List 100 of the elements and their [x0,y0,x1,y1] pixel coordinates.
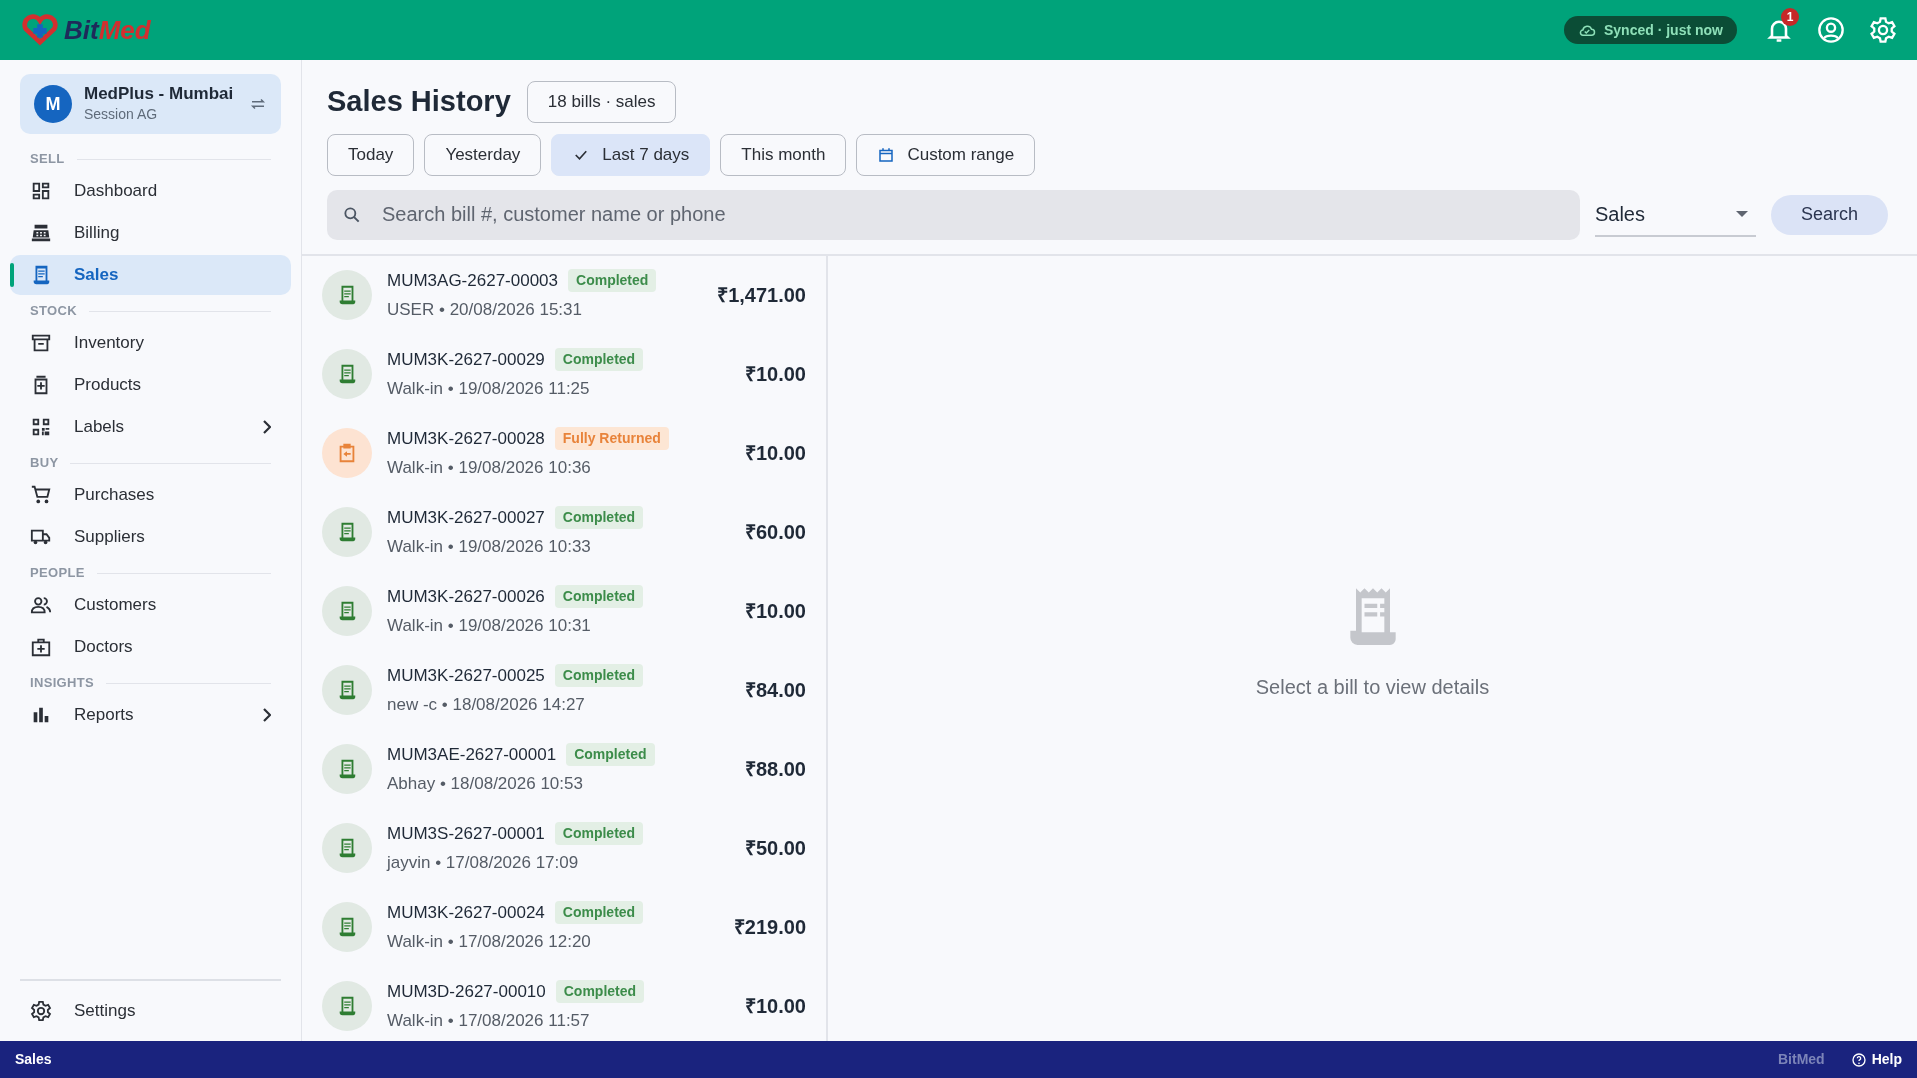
section-heading: PEOPLE [30,564,85,583]
nav-item[interactable]: Reports [10,695,291,735]
bill-amount: ₹1,471.00 [717,283,806,308]
dashboard-icon [30,180,52,202]
settings-nav-item[interactable]: Settings [10,991,291,1031]
store-switcher[interactable]: M MedPlus - Mumbai Session AG [20,74,281,134]
status-badge: Completed [568,269,657,293]
bill-row[interactable]: MUM3K-2627-00029 Completed Walk-in • 19/08/2026 11:25 ₹10.00 [302,334,826,414]
receipt-bill-icon [322,665,372,715]
settings-icon [30,1000,52,1022]
current-page-label: Sales [15,1050,52,1069]
bill-row[interactable]: MUM3AE-2627-00001 Completed Abhay • 18/08/2026 10:53 ₹88.00 [302,729,826,809]
nav-item[interactable]: Products [10,365,291,405]
bill-meta: jayvin • 17/08/2026 17:09 [387,851,580,874]
nav-item[interactable]: Labels [10,407,291,447]
bill-row[interactable]: MUM3K-2627-00026 Completed Walk-in • 19/08/2026 10:31 ₹10.00 [302,571,826,651]
empty-state-message: Select a bill to view details [1255,675,1490,701]
section-heading: SELL [30,150,65,169]
bill-meta: new -c • 18/08/2026 14:27 [387,693,586,716]
nav-item[interactable]: Suppliers [10,517,291,557]
bill-number: MUM3AG-2627-00003 [387,270,559,292]
bill-meta: Walk-in • 17/08/2026 11:57 [387,1009,591,1032]
sync-status-badge: Synced · just now [1564,16,1737,44]
status-badge: Completed [554,348,644,372]
date-filter-chip[interactable]: This month [720,133,847,176]
receipt-bill-icon [322,507,372,557]
calendar-icon [877,145,896,164]
return-bill-icon [322,428,372,478]
search-button[interactable]: Search [1770,194,1888,235]
bill-number: MUM3S-2627-00001 [387,823,545,845]
date-filter-chip[interactable]: Today [327,133,415,176]
people-icon [30,594,52,616]
type-dropdown[interactable]: Sales [1594,192,1756,237]
bill-row[interactable]: MUM3K-2627-00025 Completed new -c • 18/08/2026 14:27 ₹84.00 [302,650,826,730]
bill-meta: USER • 20/08/2026 15:31 [387,298,583,321]
store-avatar: M [34,85,72,123]
bill-count-badge: 18 bills · sales [526,80,677,123]
bill-amount: ₹10.00 [744,994,806,1019]
receipt-bill-icon [322,744,372,794]
nav-item[interactable]: Sales [10,255,291,295]
help-link[interactable]: Help [1850,1049,1902,1070]
medical-kit-icon [30,636,52,658]
nav-item[interactable]: Customers [10,585,291,625]
bill-amount: ₹88.00 [744,757,806,782]
receipt-bill-icon [322,902,372,952]
bill-amount: ₹60.00 [744,520,806,545]
bill-amount: ₹10.00 [744,599,806,624]
bill-meta: Abhay • 18/08/2026 10:53 [387,772,584,795]
bill-row[interactable]: MUM3K-2627-00028 Fully Returned Walk-in • 19/08/2026 10:36 ₹10.00 [302,413,826,493]
search-icon [342,204,362,225]
bill-number: MUM3K-2627-00027 [387,507,545,529]
bill-amount: ₹50.00 [744,836,806,861]
qr-code-icon [30,416,52,438]
status-badge: Completed [555,980,645,1004]
status-badge: Completed [554,664,644,688]
archive-box-icon [30,332,52,354]
section-heading: INSIGHTS [30,674,94,693]
receipt-bill-icon [322,349,372,399]
nav-item[interactable]: Inventory [10,323,291,363]
bill-amount: ₹10.00 [744,441,806,466]
receipt-bill-icon [322,586,372,636]
bill-number: MUM3D-2627-00010 [387,981,546,1003]
nav-item[interactable]: Dashboard [10,171,291,211]
bill-meta: Walk-in • 17/08/2026 12:20 [387,930,592,953]
page-title: Sales History [327,84,511,119]
status-badge: Fully Returned [554,427,669,451]
dropdown-caret-icon [1735,210,1748,217]
notification-count: 1 [1781,8,1799,26]
bill-number: MUM3K-2627-00026 [387,586,545,608]
settings-icon [1869,16,1897,44]
user-circle-icon [1817,16,1845,44]
bill-row[interactable]: MUM3S-2627-00001 Completed jayvin • 17/08/2026 17:09 ₹50.00 [302,808,826,888]
receipt-bill-icon [322,270,372,320]
bill-number: MUM3K-2627-00028 [387,428,545,450]
bill-row[interactable]: MUM3K-2627-00024 Completed Walk-in • 17/08/2026 12:20 ₹219.00 [302,887,826,967]
nav-item[interactable]: Purchases [10,475,291,515]
app-name-label: BitMed [1778,1050,1825,1069]
help-icon [1850,1051,1867,1068]
bill-row[interactable]: MUM3D-2627-00010 Completed Walk-in • 17/08/2026 11:57 ₹10.00 [302,966,826,1041]
date-filter-chip[interactable]: Last 7 days [551,133,711,176]
bill-amount: ₹84.00 [744,678,806,703]
search-field[interactable]: Search bill #, customer name or phone [327,189,1580,240]
bill-meta: Walk-in • 19/08/2026 10:36 [387,456,592,479]
bill-row[interactable]: MUM3K-2627-00027 Completed Walk-in • 19/08/2026 10:33 ₹60.00 [302,492,826,572]
nav-item[interactable]: Billing [10,213,291,253]
receipt-bill-icon [322,981,372,1031]
settings-button[interactable] [1869,16,1897,44]
bill-number: MUM3K-2627-00029 [387,349,545,371]
nav-item[interactable]: Doctors [10,627,291,667]
account-button[interactable] [1817,16,1845,44]
status-badge: Completed [554,506,644,530]
status-badge: Completed [554,901,644,925]
date-filter-chip[interactable]: Custom range [856,133,1036,176]
status-badge: Completed [566,743,655,767]
status-badge: Completed [554,822,644,846]
app-logo-text: BitMed [64,17,151,43]
section-heading: STOCK [30,302,77,321]
session-label: Session AG [84,105,159,125]
bill-row[interactable]: MUM3AG-2627-00003 Completed USER • 20/08/2026 15:31 ₹1,471.00 [302,255,826,335]
date-filter-chip[interactable]: Yesterday [424,133,542,176]
